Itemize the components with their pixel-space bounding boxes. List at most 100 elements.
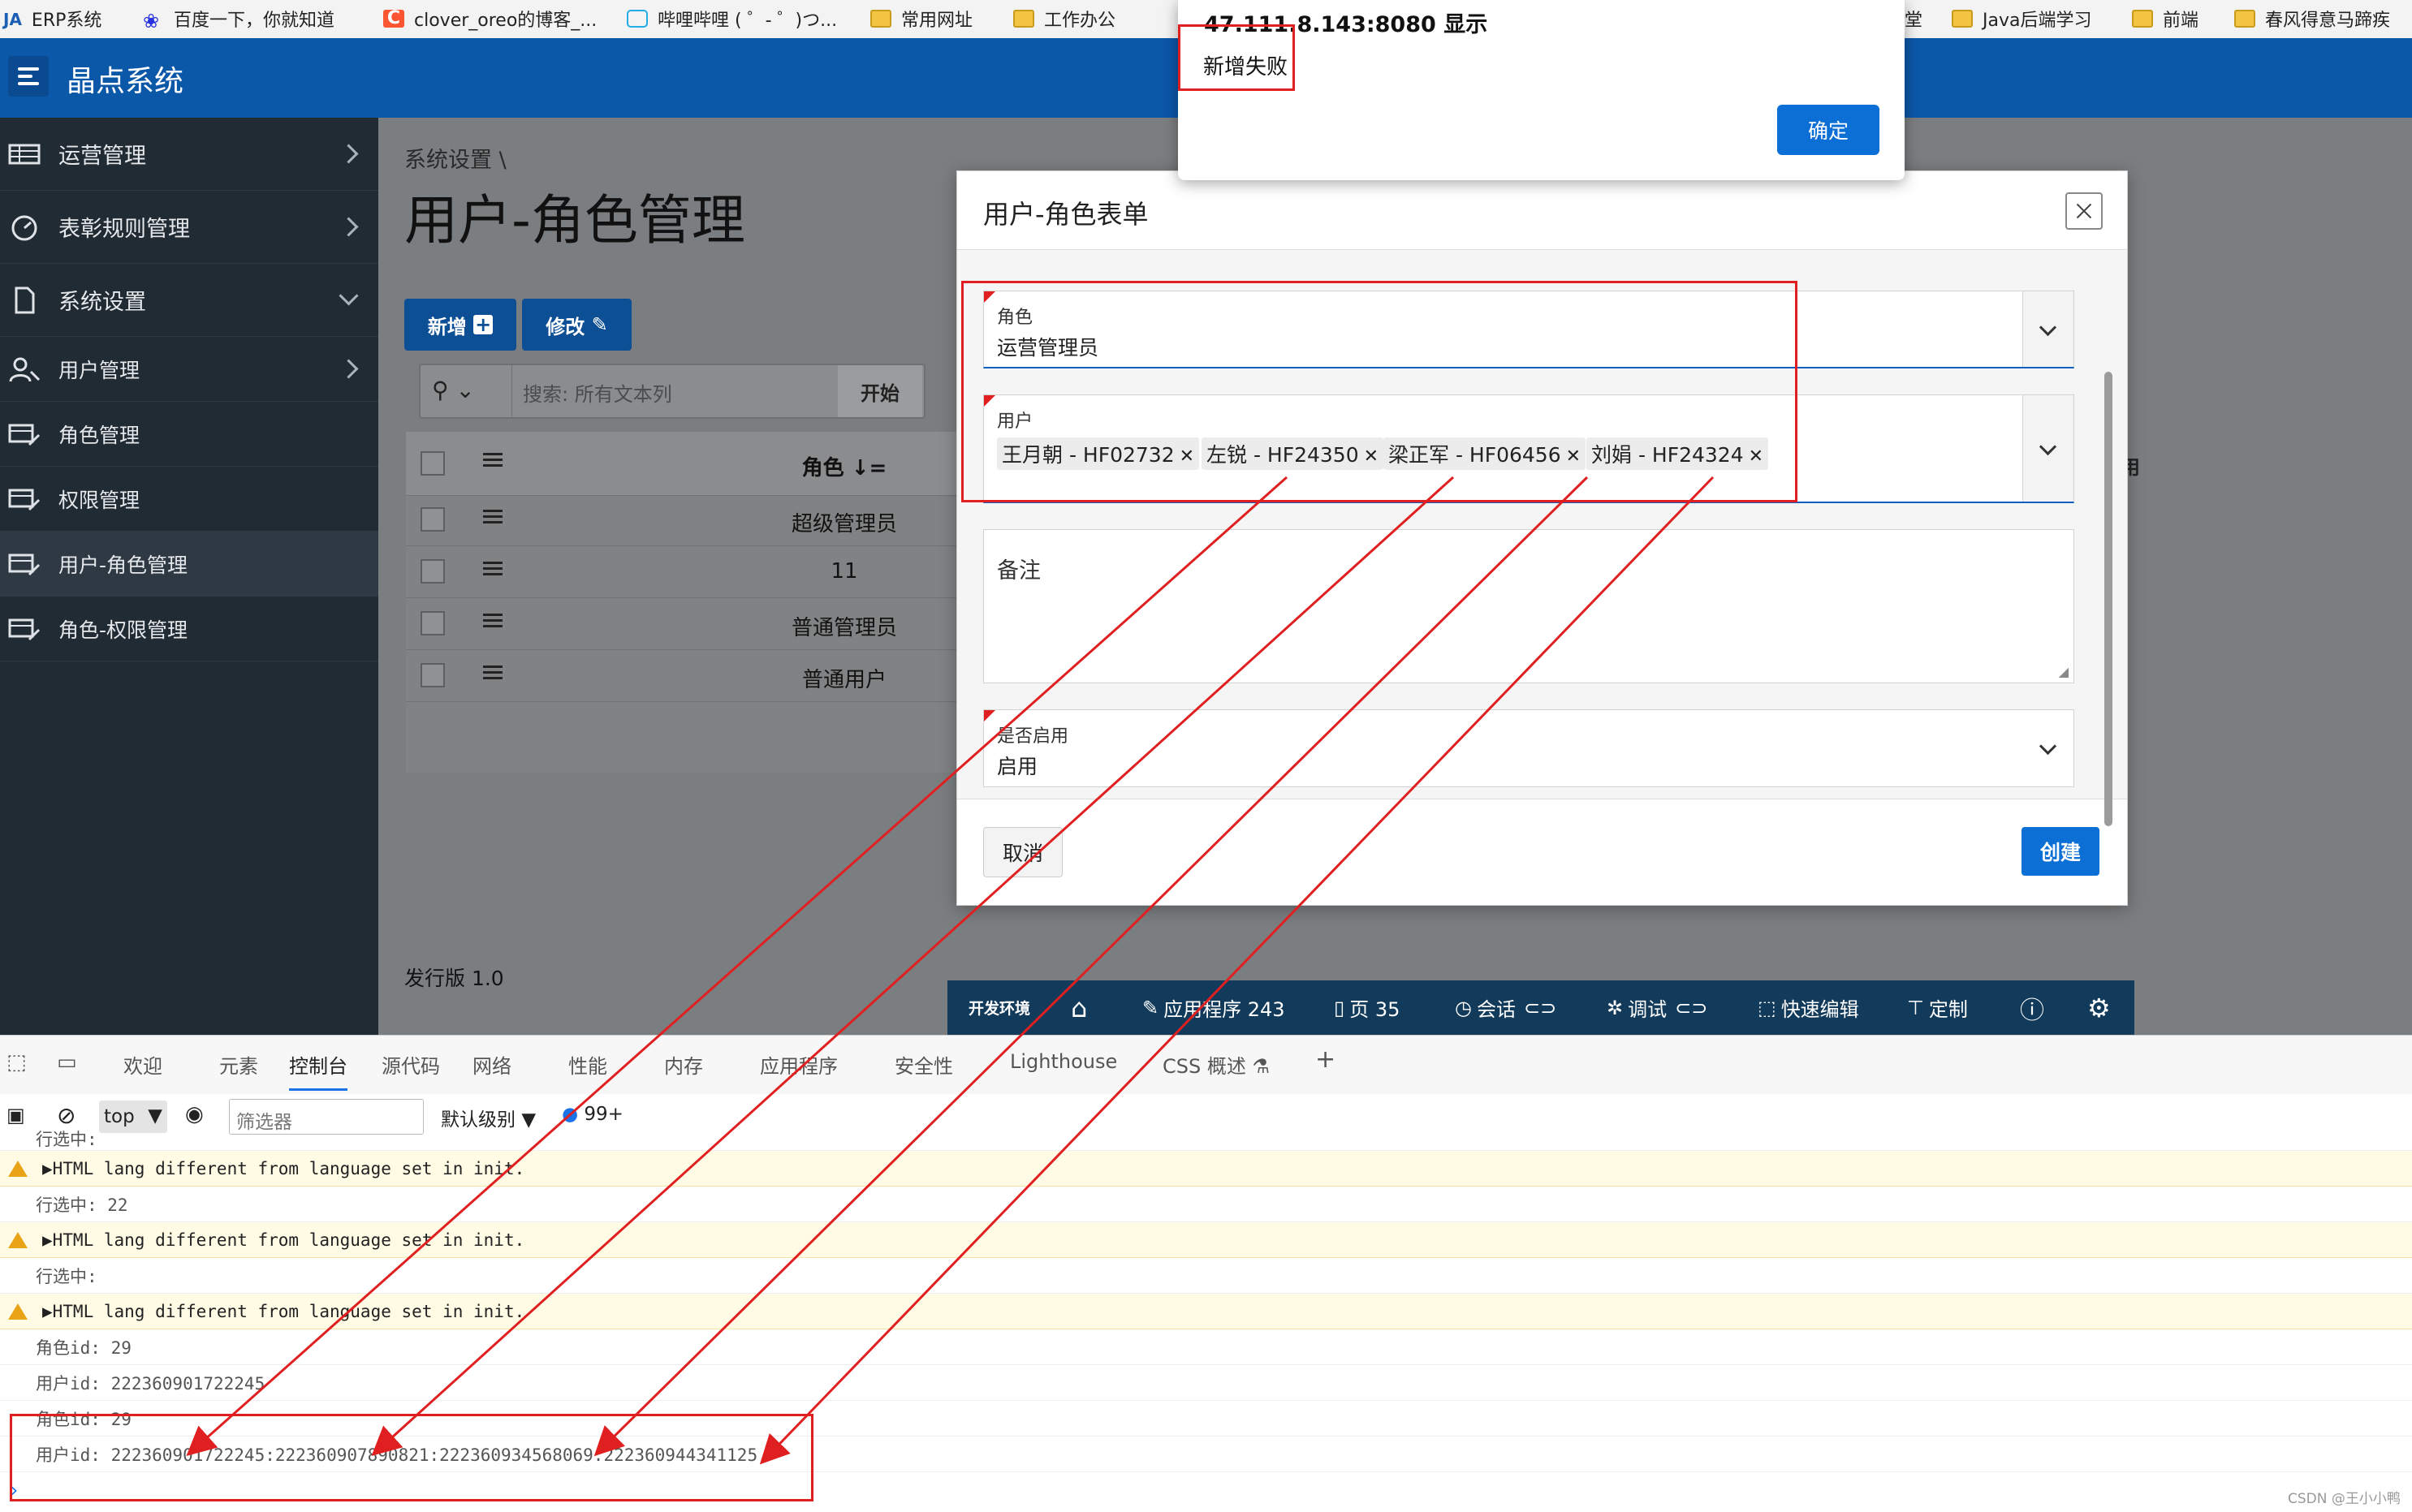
edit-button[interactable]: 修改 ✎ <box>522 299 632 351</box>
cursor-select-icon: ⬚ <box>1758 996 1776 1019</box>
sidebar-item-permission-management[interactable]: 权限管理 <box>0 467 378 532</box>
row-checkbox[interactable] <box>421 507 445 532</box>
tab-welcome[interactable]: 欢迎 <box>123 1050 162 1079</box>
inspect-element-icon[interactable]: ⬚ <box>6 1050 27 1075</box>
remark-textarea[interactable]: 备注 ◢ <box>983 529 2074 683</box>
column-header-role[interactable]: 角色 ↓= <box>731 451 958 481</box>
table-row[interactable]: 超级管理员 <box>406 495 958 546</box>
sidebar-item-user-management[interactable]: 用户管理 <box>0 337 378 402</box>
bookmark-folder-frontend[interactable]: 前端 <box>2132 5 2198 32</box>
tab-css-overview[interactable]: CSS 概述 ⚗ <box>1163 1050 1270 1079</box>
bookmark-baidu[interactable]: ❀ 百度一下，你就知道 <box>143 5 334 32</box>
device-toggle-icon[interactable]: ▭ <box>57 1050 77 1075</box>
tab-elements[interactable]: 元素 <box>219 1050 258 1079</box>
app-name[interactable]: 晶点系统 <box>67 58 183 100</box>
gear-icon[interactable]: ⚙ <box>2087 980 2111 1035</box>
cell-role: 普通管理员 <box>791 616 897 640</box>
tab-sources[interactable]: 源代码 <box>382 1050 440 1079</box>
chevron-down-icon[interactable] <box>2022 291 2073 367</box>
table-row[interactable]: 普通用户 <box>406 651 958 702</box>
dev-page-label: 页 35 <box>1349 998 1400 1021</box>
console-log: 行选中: <box>0 1258 2412 1294</box>
row-checkbox[interactable] <box>421 663 445 687</box>
clear-console-icon[interactable]: ⊘ <box>57 1102 76 1129</box>
ok-button[interactable]: 确定 <box>1777 105 1879 155</box>
sidebar-toggle-icon[interactable]: ▣ <box>6 1104 25 1126</box>
table-edit-icon <box>8 550 41 578</box>
row-checkbox[interactable] <box>421 611 445 635</box>
enabled-select[interactable]: 是否启用 启用 <box>983 709 2074 787</box>
release-version: 发行版 1.0 <box>404 967 504 990</box>
add-tab-button[interactable]: + <box>1315 1045 1335 1074</box>
sidebar-item-commendation-rules[interactable]: 表彰规则管理 <box>0 191 378 264</box>
chevron-down-icon[interactable] <box>2022 395 2073 502</box>
bookmark-csdn[interactable]: Cclover_oreo的博客_... <box>383 5 597 32</box>
dev-customize-button[interactable]: ⊤ 定制 <box>1907 980 1968 1035</box>
row-menu-icon[interactable] <box>483 506 503 527</box>
breadcrumb[interactable]: 系统设置 \ <box>404 142 507 174</box>
close-icon[interactable] <box>2065 192 2103 230</box>
dev-customize-label: 定制 <box>1928 998 1968 1021</box>
dev-debug-button[interactable]: ✲ 调试 ⊂⊃ <box>1607 980 1707 1035</box>
bookmark-partial[interactable]: 堂 <box>1905 5 1922 32</box>
table-edit-icon <box>8 615 41 643</box>
row-menu-icon[interactable] <box>483 558 503 579</box>
chevron-down-icon[interactable] <box>2023 710 2073 786</box>
console-warning[interactable]: ▶HTML lang different from language set i… <box>0 1151 2412 1187</box>
dev-quick-edit-button[interactable]: ⬚ 快速编辑 <box>1758 980 1859 1035</box>
table-edit-icon <box>8 485 41 513</box>
scrollbar-thumb[interactable] <box>2104 372 2112 826</box>
info-icon[interactable]: ⓘ <box>2020 980 2044 1035</box>
bookmark-folder-java[interactable]: Java后端学习 <box>1952 5 2091 32</box>
bookmark-folder-common[interactable]: 常用网址 <box>870 5 973 32</box>
row-menu-icon[interactable] <box>483 610 503 631</box>
sidebar-item-role-management[interactable]: 角色管理 <box>0 402 378 467</box>
console-warning[interactable]: ▶HTML lang different from language set i… <box>0 1294 2412 1329</box>
cell-role: 11 <box>831 559 858 584</box>
create-button[interactable]: 创建 <box>2022 827 2099 876</box>
issues-counter[interactable]: ● 99+ <box>562 1104 623 1125</box>
sidebar-item-user-role-management[interactable]: 用户-角色管理 <box>0 532 378 597</box>
dev-session-button[interactable]: ◷ 会话 ⊂⊃ <box>1455 980 1556 1035</box>
search-input[interactable]: 搜索: 所有文本列 <box>511 365 836 417</box>
sidebar-item-role-permission-management[interactable]: 角色-权限管理 <box>0 597 378 661</box>
search-go-button[interactable]: 开始 <box>838 365 922 417</box>
table-row[interactable]: 11 <box>406 547 958 598</box>
sort-desc-icon: ↓= <box>851 456 887 480</box>
table-row[interactable]: 普通管理员 <box>406 599 958 650</box>
sidebar-item-system-settings[interactable]: 系统设置 <box>0 264 378 337</box>
tab-application[interactable]: 应用程序 <box>760 1050 838 1079</box>
search-icon[interactable]: ⚲ ⌄ <box>432 377 475 403</box>
bookmark-erp[interactable]: JA ERP系统 <box>3 5 101 32</box>
home-icon[interactable]: ⌂ <box>1071 980 1087 1035</box>
sidebar-item-operations[interactable]: 运营管理 <box>0 118 378 191</box>
tab-console[interactable]: 控制台 <box>289 1050 347 1091</box>
add-button[interactable]: 新增 + <box>404 299 516 351</box>
dev-page-button[interactable]: ▯ 页 35 <box>1334 980 1400 1035</box>
bookmark-bilibili[interactable]: 哔哩哔哩 ( ゜- ゜)つ... <box>627 5 837 32</box>
bookmark-folder-chunfeng[interactable]: 春风得意马蹄疾 <box>2234 5 2390 32</box>
tab-memory[interactable]: 内存 <box>664 1050 703 1079</box>
console-text: 行选中: <box>36 1129 97 1149</box>
table-edit-icon <box>8 420 41 448</box>
console-warning[interactable]: ▶HTML lang different from language set i… <box>0 1222 2412 1258</box>
hamburger-icon-line <box>18 82 39 85</box>
resize-handle-icon[interactable]: ◢ <box>2059 664 2069 679</box>
dev-app-button[interactable]: ✎ 应用程序 243 <box>1142 980 1285 1035</box>
console-log: 行选中: 22 <box>0 1187 2412 1222</box>
tab-security[interactable]: 安全性 <box>895 1050 953 1079</box>
row-checkbox[interactable] <box>421 559 445 584</box>
tab-performance[interactable]: 性能 <box>568 1050 607 1079</box>
dialog-scrollbar[interactable] <box>2102 339 2115 859</box>
bookmark-folder-work[interactable]: 工作办公 <box>1013 5 1115 32</box>
row-menu-icon[interactable] <box>483 662 503 683</box>
edit-button-label: 修改 <box>546 315 585 338</box>
tab-network[interactable]: 网络 <box>472 1050 511 1079</box>
hamburger-menu-button[interactable] <box>8 56 49 97</box>
cancel-button[interactable]: 取消 <box>983 827 1063 877</box>
select-all-checkbox[interactable] <box>421 451 445 476</box>
console-text: 用户id: 222360901722245 <box>36 1373 265 1394</box>
add-button-label: 新增 <box>427 315 467 338</box>
tab-lighthouse[interactable]: Lighthouse <box>1010 1050 1117 1073</box>
eye-icon[interactable]: ◉ <box>185 1102 204 1126</box>
